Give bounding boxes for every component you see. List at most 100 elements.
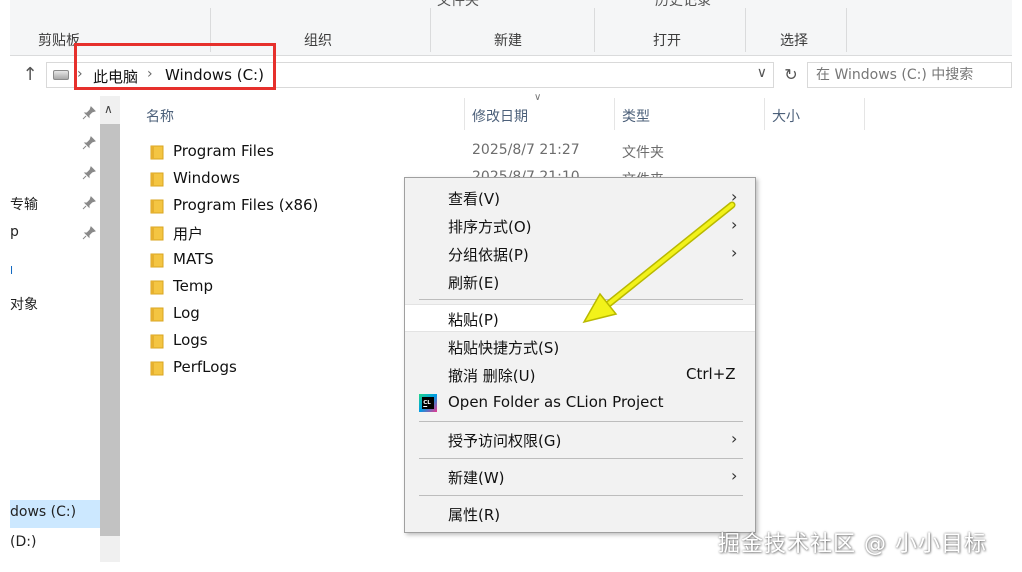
submenu-arrow-icon: › xyxy=(731,215,738,234)
folder-icon xyxy=(150,334,164,349)
file-row[interactable]: Logs xyxy=(145,329,395,355)
refresh-icon[interactable]: ↻ xyxy=(780,64,802,86)
menu-item-sort[interactable]: 排序方式(O) › xyxy=(405,212,755,240)
ribbon-group-select: 选择 xyxy=(780,33,808,49)
menu-item-label: 查看(V) xyxy=(448,190,500,208)
nav-item-transfer[interactable]: 专输 xyxy=(10,194,38,214)
menu-item-label: Open Folder as CLion Project xyxy=(448,393,664,411)
menu-item-label: 刷新(E) xyxy=(448,274,500,292)
nav-item-drive-c[interactable]: dows (C:) xyxy=(10,504,76,520)
scroll-up-icon[interactable]: ∧ xyxy=(104,102,113,116)
menu-item-properties[interactable]: 属性(R) xyxy=(405,500,755,528)
up-arrow-icon[interactable]: ↑ xyxy=(20,64,40,86)
column-separator[interactable] xyxy=(764,98,765,130)
menu-separator xyxy=(419,495,743,496)
highlight-box xyxy=(74,43,276,90)
pin-icon[interactable] xyxy=(82,226,96,240)
column-separator[interactable] xyxy=(864,98,865,130)
pin-icon[interactable] xyxy=(82,136,96,150)
search-input[interactable]: 在 Windows (C:) 中搜索 xyxy=(807,62,1012,88)
column-header-size[interactable]: 大小 xyxy=(772,106,800,126)
pin-icon[interactable] xyxy=(82,196,96,210)
folder-icon xyxy=(150,145,164,160)
menu-item-label: 属性(R) xyxy=(448,506,501,524)
file-row[interactable]: PerfLogs xyxy=(145,356,395,382)
ribbon-top-label-history[interactable]: 历史记录 xyxy=(655,0,745,14)
menu-item-label: 撤消 删除(U) xyxy=(448,367,536,385)
ribbon-separator xyxy=(430,8,431,52)
menu-item-new[interactable]: 新建(W) › xyxy=(405,463,755,491)
file-name: Windows xyxy=(173,169,240,187)
file-row[interactable]: Log xyxy=(145,302,395,328)
file-name: Program Files (x86) xyxy=(173,196,319,214)
pin-icon[interactable] xyxy=(82,106,96,120)
ribbon-group-organize: 组织 xyxy=(304,33,332,49)
ribbon-separator xyxy=(745,8,746,52)
file-row[interactable]: 用户 xyxy=(145,221,395,247)
file-date: 2025/8/7 21:27 xyxy=(472,142,580,158)
submenu-arrow-icon: › xyxy=(731,187,738,206)
navigation-pane: 专输 p l 对象 dows (C:) (D:) ∧ xyxy=(10,96,120,562)
drive-icon xyxy=(53,70,69,80)
nav-item-objects[interactable]: 对象 xyxy=(10,294,38,314)
clion-icon: CL xyxy=(419,394,437,412)
file-row[interactable]: MATS xyxy=(145,248,395,274)
column-separator[interactable] xyxy=(614,98,615,130)
column-header-name[interactable]: 名称 xyxy=(146,106,174,126)
menu-item-shortcut: Ctrl+Z xyxy=(686,365,736,383)
file-name: Logs xyxy=(173,331,208,349)
folder-icon xyxy=(150,253,164,268)
menu-item-group[interactable]: 分组依据(P) › xyxy=(405,240,755,268)
folder-icon xyxy=(150,199,164,214)
nav-item-p[interactable]: p xyxy=(10,224,19,240)
submenu-arrow-icon: › xyxy=(731,466,738,485)
file-name: Temp xyxy=(173,277,213,295)
file-name: PerfLogs xyxy=(173,358,237,376)
nav-scroll-thumb[interactable] xyxy=(100,124,120,536)
menu-item-refresh[interactable]: 刷新(E) xyxy=(405,268,755,296)
menu-item-label: 分组依据(P) xyxy=(448,246,529,264)
folder-icon xyxy=(150,307,164,322)
chevron-down-icon: ∨ xyxy=(534,92,542,103)
folder-icon xyxy=(150,361,164,376)
chevron-down-icon[interactable]: ∨ xyxy=(757,65,767,81)
nav-item-l[interactable]: l xyxy=(10,264,13,277)
menu-item-paste-shortcut[interactable]: 粘贴快捷方式(S) xyxy=(405,333,755,361)
ribbon-separator xyxy=(594,8,595,52)
nav-scrollbar[interactable]: ∧ xyxy=(100,96,120,562)
menu-separator xyxy=(419,299,743,300)
file-name: Program Files xyxy=(173,142,274,160)
file-row[interactable]: Program Files 2025/8/7 21:27 文件夹 xyxy=(145,140,664,166)
file-name: MATS xyxy=(173,250,214,268)
context-menu: 查看(V) › 排序方式(O) › 分组依据(P) › 刷新(E) 粘贴(P) … xyxy=(404,177,756,533)
menu-separator xyxy=(419,421,743,422)
column-header-modified[interactable]: 修改日期 xyxy=(472,106,528,126)
menu-item-label: 新建(W) xyxy=(448,469,505,487)
file-row[interactable]: Program Files (x86) xyxy=(145,194,395,220)
file-row[interactable]: Temp xyxy=(145,275,395,301)
pin-icon[interactable] xyxy=(82,166,96,180)
ribbon-separator xyxy=(846,8,847,52)
menu-item-grant-access[interactable]: 授予访问权限(G) › xyxy=(405,426,755,454)
ribbon-group-open: 打开 xyxy=(653,33,681,49)
menu-item-label: 粘贴(P) xyxy=(448,311,499,329)
submenu-arrow-icon: › xyxy=(731,243,738,262)
nav-item-drive-d[interactable]: (D:) xyxy=(10,534,36,550)
ribbon-top-label-folder[interactable]: 文件夹 xyxy=(437,0,497,14)
menu-separator xyxy=(419,458,743,459)
menu-item-label: 排序方式(O) xyxy=(448,218,532,236)
menu-item-paste[interactable]: 粘贴(P) xyxy=(405,304,755,332)
column-header-type[interactable]: 类型 xyxy=(622,106,650,126)
file-type: 文件夹 xyxy=(622,145,664,161)
menu-item-open-clion[interactable]: CL Open Folder as CLion Project xyxy=(405,389,755,417)
menu-item-view[interactable]: 查看(V) › xyxy=(405,184,755,212)
menu-item-label: 粘贴快捷方式(S) xyxy=(448,339,560,357)
watermark: 掘金技术社区 @ 小小目标 xyxy=(718,532,987,557)
file-name: Log xyxy=(173,304,200,322)
column-separator[interactable] xyxy=(464,98,465,130)
menu-item-undo-delete[interactable]: 撤消 删除(U) Ctrl+Z xyxy=(405,361,755,389)
folder-icon xyxy=(150,226,164,241)
file-name: 用户 xyxy=(173,225,204,243)
folder-icon xyxy=(150,172,164,187)
submenu-arrow-icon: › xyxy=(731,429,738,448)
